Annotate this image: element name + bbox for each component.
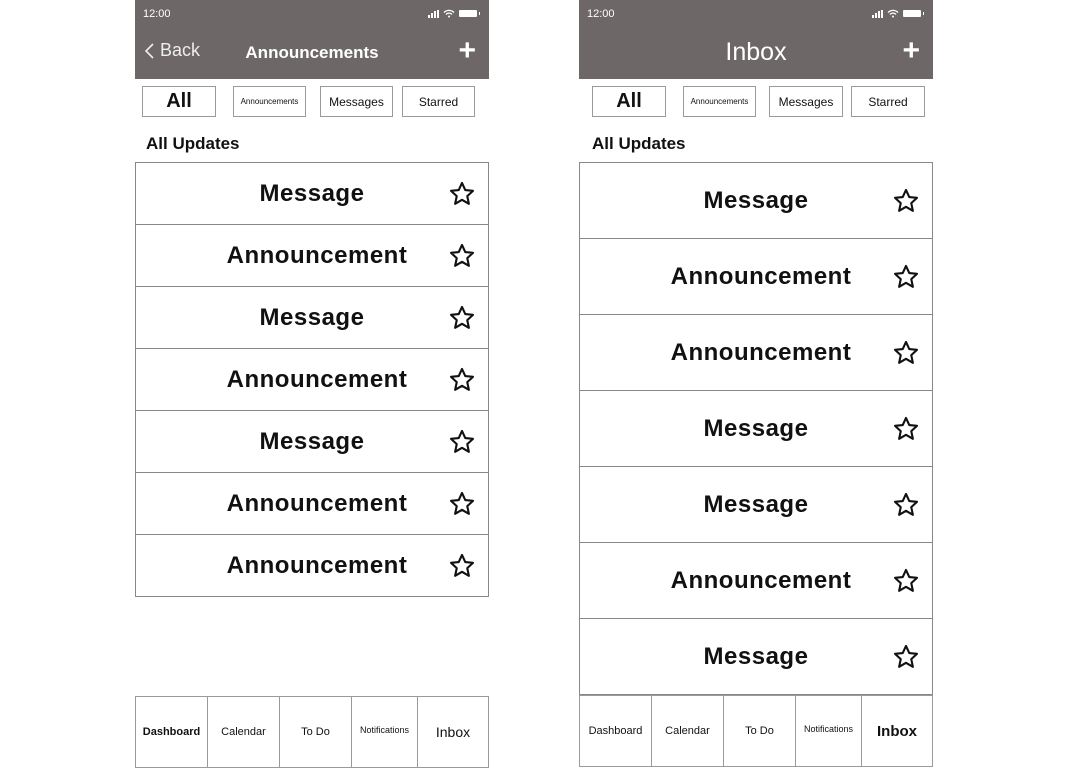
item-label: Announcement xyxy=(670,262,852,290)
filter-announcements[interactable]: Announcements xyxy=(233,86,306,117)
nav-tab-notifications[interactable]: Notifications xyxy=(352,697,418,767)
item-label: Message xyxy=(703,642,809,670)
bottom-nav: Dashboard Calendar To Do Notifications Inbox xyxy=(135,696,489,768)
item-label: Announcement xyxy=(226,365,408,393)
header-bar: 12:00 Inbox + xyxy=(579,0,933,79)
list-item[interactable]: Announcement xyxy=(580,543,932,619)
filter-tabs: All Announcements Messages Starred xyxy=(135,86,489,120)
plus-icon[interactable]: + xyxy=(902,36,920,66)
filter-starred[interactable]: Starred xyxy=(851,86,925,117)
list-item[interactable]: Message xyxy=(136,411,488,473)
item-label: Message xyxy=(259,427,365,455)
battery-icon xyxy=(903,10,924,17)
nav-tab-to-do[interactable]: To Do xyxy=(280,697,352,767)
item-label: Message xyxy=(703,186,809,214)
plus-icon[interactable]: + xyxy=(458,36,476,66)
item-label: Announcement xyxy=(670,566,852,594)
item-label: Message xyxy=(259,303,365,331)
battery-icon xyxy=(459,10,480,17)
star-icon[interactable] xyxy=(448,304,476,332)
star-icon[interactable] xyxy=(892,187,920,215)
section-title: All Updates xyxy=(592,134,686,153)
item-label: Message xyxy=(703,414,809,442)
section-title: All Updates xyxy=(146,134,240,153)
star-icon[interactable] xyxy=(448,490,476,518)
nav-tab-calendar[interactable]: Calendar xyxy=(208,697,280,767)
list-item[interactable]: Message xyxy=(580,619,932,695)
filter-starred[interactable]: Starred xyxy=(402,86,475,117)
nav-tab-inbox[interactable]: Inbox xyxy=(862,696,932,766)
star-icon[interactable] xyxy=(448,552,476,580)
star-icon[interactable] xyxy=(892,643,920,671)
star-icon[interactable] xyxy=(448,428,476,456)
list-item[interactable]: Message xyxy=(136,163,488,225)
inbox-screen: 12:00 Inbox + All Announcements Messages… xyxy=(579,0,933,768)
list-item[interactable]: Announcement xyxy=(136,473,488,535)
filter-messages[interactable]: Messages xyxy=(769,86,843,117)
page-title: Inbox xyxy=(725,38,787,66)
status-icons xyxy=(872,9,924,18)
nav-tab-dashboard[interactable]: Dashboard xyxy=(580,696,652,766)
list-item[interactable]: Announcement xyxy=(136,535,488,597)
filter-announcements[interactable]: Announcements xyxy=(683,86,756,117)
nav-tab-dashboard[interactable]: Dashboard xyxy=(136,697,208,767)
star-icon[interactable] xyxy=(448,366,476,394)
status-time: 12:00 xyxy=(143,8,171,20)
nav-tab-inbox[interactable]: Inbox xyxy=(418,697,488,767)
list-item[interactable]: Announcement xyxy=(580,315,932,391)
star-icon[interactable] xyxy=(892,567,920,595)
nav-tab-to-do[interactable]: To Do xyxy=(724,696,796,766)
announcements-screen: 12:00 Back Announcements + All Announcem… xyxy=(135,0,489,768)
updates-list: Message Announcement Announcement Message Me… xyxy=(579,162,933,695)
list-item[interactable]: Message xyxy=(580,391,932,467)
star-icon[interactable] xyxy=(892,339,920,367)
wifi-icon xyxy=(443,9,455,18)
list-item[interactable]: Announcement xyxy=(136,349,488,411)
list-item[interactable]: Announcement xyxy=(136,225,488,287)
filter-all[interactable]: All xyxy=(142,86,216,117)
nav-tab-calendar[interactable]: Calendar xyxy=(652,696,724,766)
header-bar: 12:00 Back Announcements + xyxy=(135,0,489,79)
list-item[interactable]: Announcement xyxy=(580,239,932,315)
wifi-icon xyxy=(887,9,899,18)
item-label: Announcement xyxy=(226,489,408,517)
star-icon[interactable] xyxy=(892,491,920,519)
status-icons xyxy=(428,9,480,18)
signal-icon xyxy=(428,9,439,18)
list-item[interactable]: Message xyxy=(580,163,932,239)
list-item[interactable]: Message xyxy=(580,467,932,543)
filter-messages[interactable]: Messages xyxy=(320,86,393,117)
item-label: Announcement xyxy=(670,338,852,366)
status-time: 12:00 xyxy=(587,8,615,20)
list-item[interactable]: Message xyxy=(136,287,488,349)
item-label: Message xyxy=(259,179,365,207)
page-title: Announcements xyxy=(245,43,379,62)
updates-list: Message Announcement Message Announcement Me… xyxy=(135,162,489,597)
bottom-nav: Dashboard Calendar To Do Notifications Inbox xyxy=(579,695,933,767)
item-label: Announcement xyxy=(226,241,408,269)
item-label: Message xyxy=(703,490,809,518)
star-icon[interactable] xyxy=(892,415,920,443)
filter-all[interactable]: All xyxy=(592,86,666,117)
filter-tabs: All Announcements Messages Starred xyxy=(579,86,933,120)
nav-tab-notifications[interactable]: Notifications xyxy=(796,696,862,766)
star-icon[interactable] xyxy=(892,263,920,291)
signal-icon xyxy=(872,9,883,18)
star-icon[interactable] xyxy=(448,180,476,208)
star-icon[interactable] xyxy=(448,242,476,270)
item-label: Announcement xyxy=(226,551,408,579)
